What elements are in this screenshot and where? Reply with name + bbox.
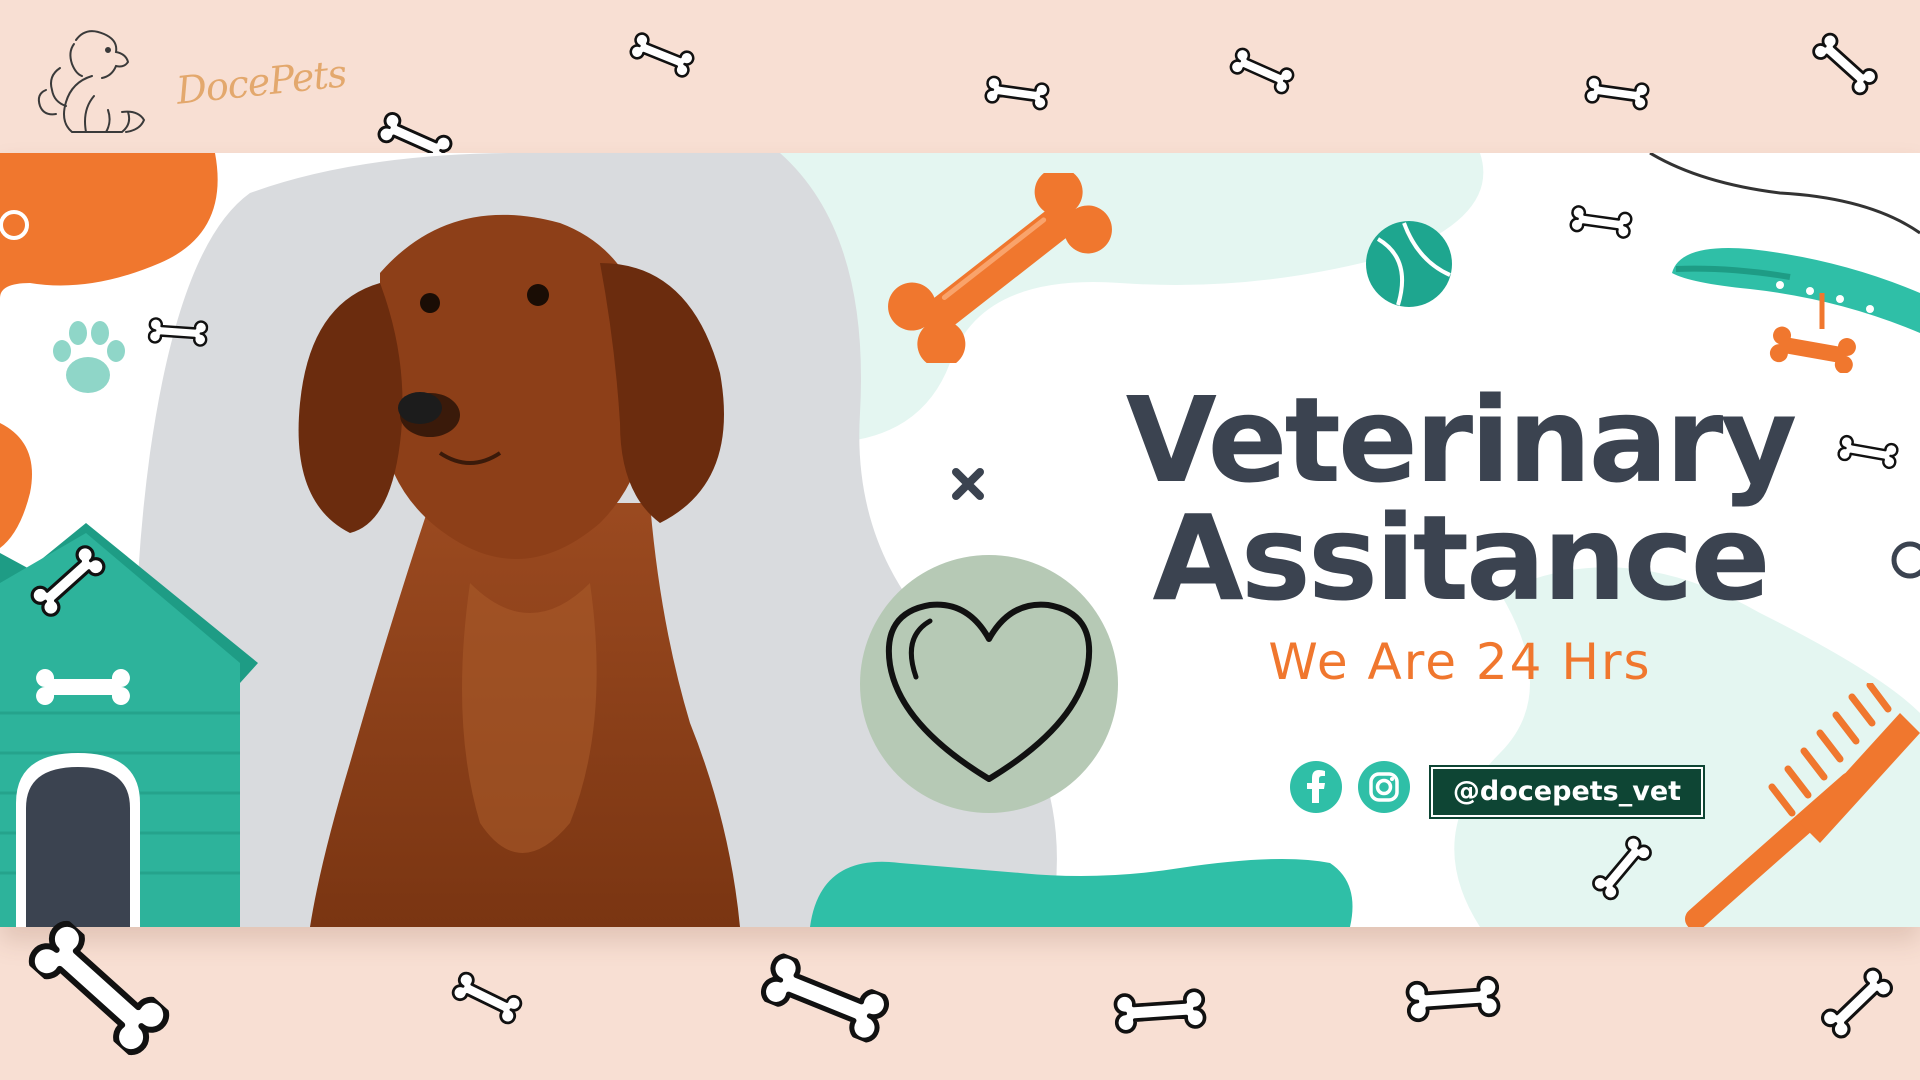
bone-icon	[1583, 74, 1651, 113]
bone-icon	[1808, 29, 1881, 100]
page: DocePets Veterinary Assitance We Are 24 …	[0, 0, 1920, 1080]
headline-line-2: Assitance	[1152, 489, 1770, 627]
bone-icon	[1817, 964, 1897, 1043]
heart-icon	[860, 555, 1118, 813]
instagram-icon[interactable]	[1358, 761, 1410, 813]
orange-bone-icon	[888, 173, 1112, 363]
bone-icon	[1113, 987, 1208, 1035]
headline-line-1: Veterinary	[1125, 371, 1798, 509]
dog-sketch-icon	[37, 30, 146, 133]
bone-icon	[147, 316, 209, 348]
close-x-icon	[952, 468, 984, 500]
bone-icon	[627, 29, 698, 81]
headline: Veterinary Assitance	[1100, 381, 1820, 617]
bone-icon	[23, 916, 175, 1061]
social-handle-badge[interactable]: @docepets_vet	[1429, 765, 1705, 819]
bone-icon	[757, 950, 893, 1045]
ring-shape	[1891, 541, 1920, 579]
brand-logo: DocePets	[26, 20, 348, 140]
brand-name: DocePets	[174, 51, 349, 113]
promo-banner: Veterinary Assitance We Are 24 Hrs @doce…	[0, 153, 1920, 927]
bone-icon	[1227, 44, 1298, 97]
facebook-icon[interactable]	[1290, 761, 1342, 813]
pet-comb-icon	[1685, 683, 1920, 927]
bone-icon	[449, 968, 526, 1027]
bone-icon	[983, 74, 1051, 113]
tagline: We Are 24 Hrs	[1268, 633, 1652, 691]
bone-icon	[1405, 975, 1502, 1023]
dachshund-photo	[298, 214, 740, 927]
tennis-ball-icon	[1366, 221, 1452, 307]
dog-collar-icon	[1672, 248, 1920, 373]
paw-icon	[53, 321, 125, 393]
